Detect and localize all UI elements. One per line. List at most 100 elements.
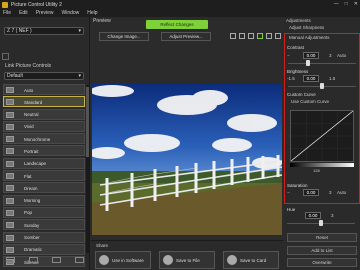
hue-label: Hue — [287, 207, 296, 212]
menu-bar: File Edit Preview Window Help — [0, 9, 360, 17]
duplicate-icon[interactable] — [52, 257, 61, 263]
use-in-software-button[interactable]: Use in Software — [95, 251, 151, 269]
saturation-min-icon: − — [287, 190, 290, 195]
contrast-max: 3 — [329, 53, 332, 58]
hue-value[interactable]: 0.00 — [305, 212, 321, 219]
split-view-icon[interactable] — [257, 33, 263, 39]
rotate-left-icon[interactable] — [230, 33, 236, 39]
picture-control-label: Somber — [24, 235, 40, 241]
picture-control-label: Dream — [24, 185, 38, 191]
camera-select-value: Z 7 ( NEF ) — [7, 28, 32, 34]
picture-control-item[interactable]: Standard — [3, 96, 85, 108]
picture-control-item[interactable]: Auto — [3, 84, 85, 95]
picture-control-item[interactable]: Sunday — [3, 219, 85, 231]
save-to-file-button[interactable]: Save to File — [159, 251, 215, 269]
picture-control-item[interactable]: Vivid — [3, 120, 85, 132]
maximize-icon[interactable]: □ — [345, 1, 348, 7]
overwrite-button[interactable]: Overwrite — [287, 258, 357, 267]
adjust-preview-button[interactable]: Adjust Preview... — [161, 32, 211, 41]
brightness-value[interactable]: 0.00 — [303, 75, 319, 82]
picture-control-thumbnail-icon — [6, 148, 14, 155]
control-set-select[interactable]: Default ▾ — [4, 72, 84, 80]
adjust-sharpness-header[interactable]: Adjust Sharpness — [289, 25, 324, 30]
chevron-down-icon: ▾ — [78, 28, 81, 34]
saturation-max: 3 — [329, 190, 332, 195]
title-bar: Picture Control Utility 2 — □ ✕ — [0, 0, 360, 9]
picture-control-item[interactable]: Dramatic — [3, 243, 85, 255]
menu-edit[interactable]: Edit — [19, 10, 28, 16]
picture-control-list: Auto Standard Neutral Vivid Monochrome Portra… — [3, 84, 85, 268]
picture-control-panel: Z 7 ( NEF ) ▾ Link Picture Controls Defa… — [0, 17, 90, 270]
add-to-list-button[interactable]: Add to List — [287, 246, 357, 255]
contrast-auto-checkbox[interactable]: Auto — [337, 53, 346, 58]
reset-button[interactable]: Reset — [287, 233, 357, 242]
fullscreen-icon[interactable] — [275, 33, 281, 39]
change-image-button[interactable]: Change Image... — [99, 32, 149, 41]
picture-control-item[interactable]: Dream — [3, 182, 85, 194]
picture-control-label: Standard — [24, 99, 43, 105]
save-to-card-label: Save to Card — [240, 257, 267, 263]
picture-control-thumbnail-icon — [6, 111, 14, 118]
single-view-icon[interactable] — [248, 33, 254, 39]
custom-curve-graph[interactable] — [290, 110, 354, 162]
picture-control-thumbnail-icon — [6, 185, 14, 192]
picture-control-label: Portrait — [24, 148, 39, 154]
picture-control-label: Sunday — [24, 222, 40, 228]
scrollbar-thumb[interactable] — [86, 87, 89, 157]
picture-control-thumbnail-icon — [6, 209, 14, 216]
picture-control-thumbnail-icon — [6, 99, 14, 106]
delete-icon[interactable] — [75, 257, 84, 263]
picture-control-thumbnail-icon — [6, 123, 14, 130]
camera-select[interactable]: Z 7 ( NEF ) ▾ — [4, 27, 84, 35]
picture-control-item[interactable]: Pop — [3, 206, 85, 218]
picture-control-item[interactable]: Flat — [3, 170, 85, 182]
picture-control-item[interactable]: Monochrome — [3, 133, 85, 145]
compare-view-icon[interactable] — [266, 33, 272, 39]
chevron-down-icon: ▾ — [78, 73, 81, 79]
list-tools — [2, 257, 88, 267]
adjustments-title: Adjustments — [286, 18, 311, 23]
menu-file[interactable]: File — [3, 10, 11, 16]
menu-preview[interactable]: Preview — [36, 10, 54, 16]
picture-control-item[interactable]: Neutral — [3, 108, 85, 120]
minimize-icon[interactable]: — — [334, 1, 339, 7]
brightness-slider-knob[interactable] — [320, 83, 324, 89]
preview-panel: Preview Reflect Changes Change Image... … — [91, 17, 283, 270]
picture-control-item[interactable]: Portrait — [3, 145, 85, 157]
saturation-value[interactable]: 0.00 — [303, 189, 319, 196]
save-to-card-button[interactable]: Save to Card — [223, 251, 279, 269]
preview-toolbar: Change Image... Adjust Preview... — [91, 32, 283, 41]
brightness-max: 1.5 — [329, 76, 336, 81]
contrast-slider-knob[interactable] — [306, 60, 310, 66]
brightness-label: Brightness — [287, 69, 309, 74]
window-title: Picture Control Utility 2 — [11, 1, 62, 8]
picture-control-label: Neutral — [24, 112, 39, 118]
custom-curve-label: Custom Curve — [287, 92, 316, 97]
curve-readout: 128 — [313, 168, 320, 173]
picture-control-thumbnail-icon — [6, 197, 14, 204]
contrast-slider[interactable] — [288, 60, 356, 67]
contrast-value[interactable]: 0.00 — [303, 52, 319, 59]
picture-control-thumbnail-icon — [6, 234, 14, 241]
export-icon[interactable] — [29, 257, 38, 263]
picture-control-thumbnail-icon — [6, 246, 14, 253]
hue-slider[interactable] — [287, 220, 355, 227]
saturation-auto-checkbox[interactable]: Auto — [337, 190, 346, 195]
menu-help[interactable]: Help — [87, 10, 97, 16]
list-scrollbar[interactable] — [86, 85, 89, 253]
hue-slider-knob[interactable] — [319, 220, 323, 226]
picture-control-thumbnail-icon — [6, 136, 14, 143]
use-custom-curve-checkbox[interactable]: Use Custom Curve — [291, 99, 329, 104]
reflect-changes-button[interactable]: Reflect Changes — [146, 20, 208, 29]
brightness-slider[interactable] — [288, 83, 356, 90]
rotate-right-icon[interactable] — [239, 33, 245, 39]
picture-control-item[interactable]: Morning — [3, 194, 85, 206]
picture-control-item[interactable]: Landscape — [3, 157, 85, 169]
picture-control-thumbnail-icon — [6, 87, 14, 93]
menu-window[interactable]: Window — [61, 10, 79, 16]
picture-control-item[interactable]: Somber — [3, 231, 85, 243]
link-picture-controls-label: Link Picture Controls — [5, 63, 52, 69]
new-control-icon[interactable] — [2, 53, 9, 60]
import-icon[interactable] — [6, 257, 15, 263]
close-icon[interactable]: ✕ — [354, 1, 358, 7]
